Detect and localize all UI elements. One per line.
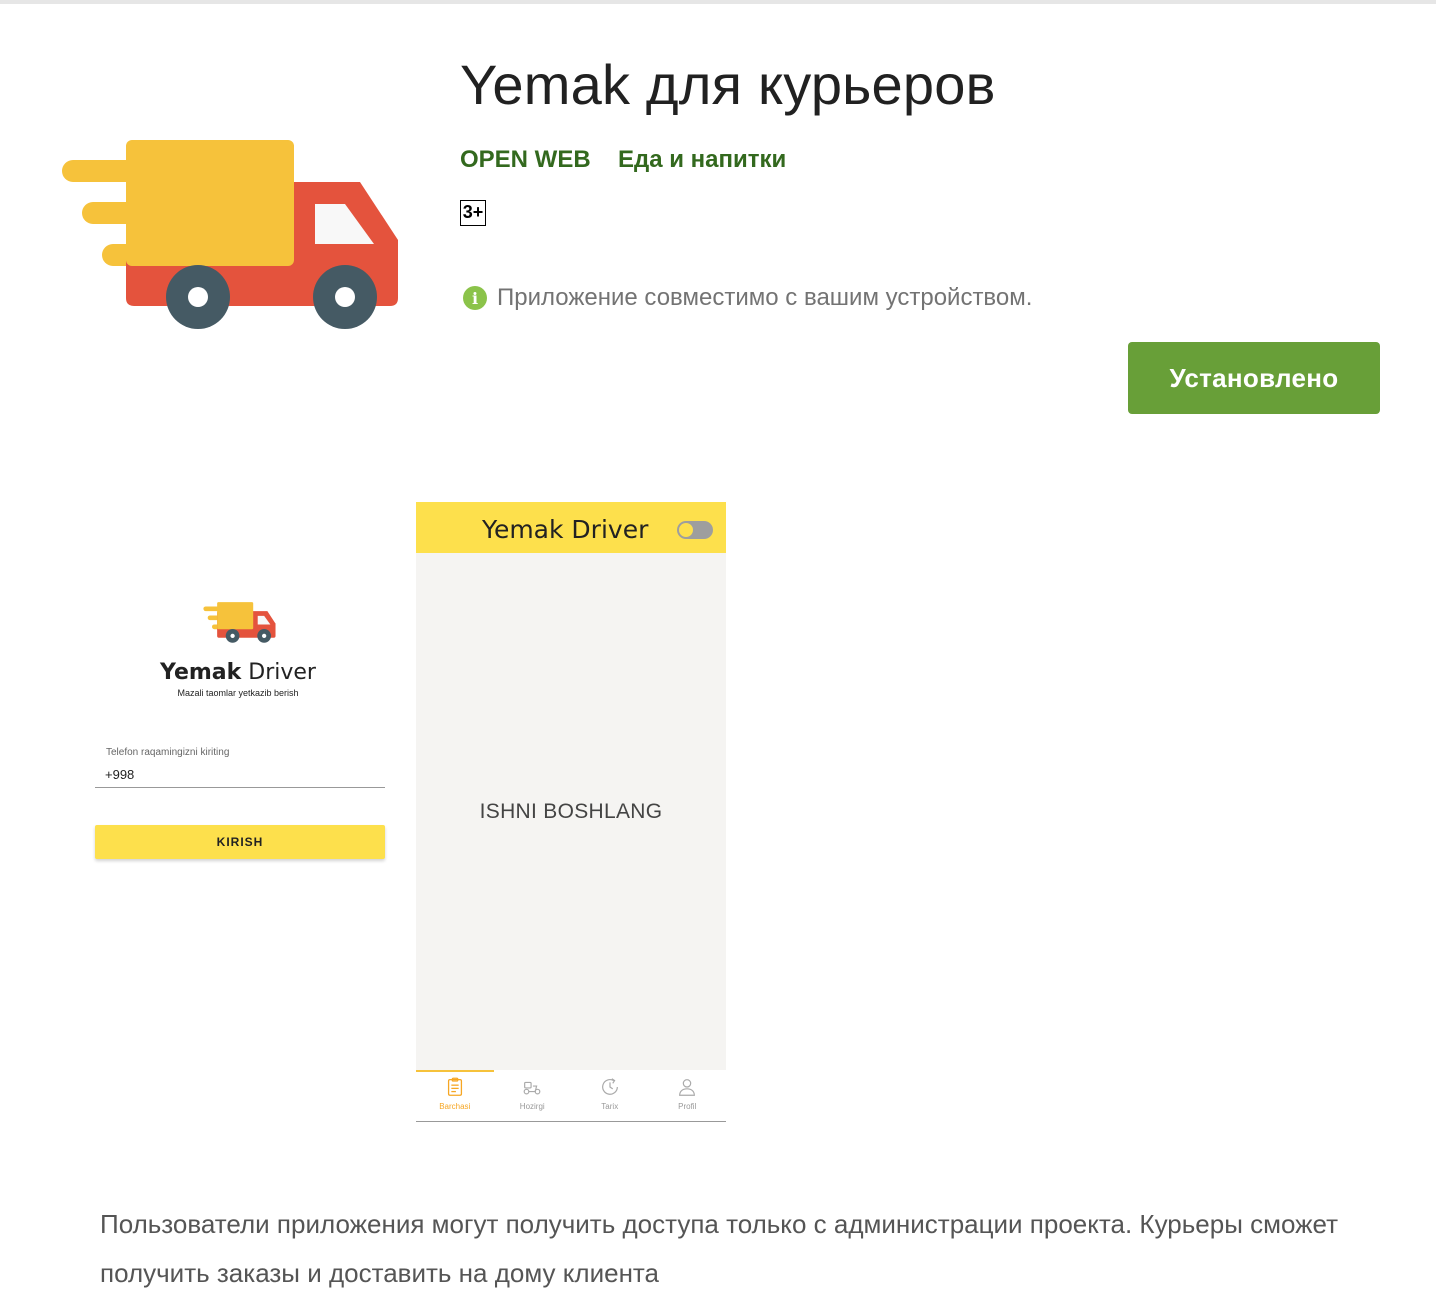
history-icon [601, 1078, 618, 1095]
nav-label: Profil [678, 1102, 697, 1111]
toggle-knob [679, 523, 693, 537]
app-bar: Yemak Driver [416, 502, 726, 553]
scooter-icon [523, 1081, 541, 1095]
bottom-nav: Barchasi Hozirgi Tarix Profil [416, 1070, 726, 1121]
login-button[interactable]: KIRISH [95, 825, 385, 859]
nav-tab-barchasi[interactable]: Barchasi [416, 1070, 494, 1121]
delivery-truck-icon [62, 140, 398, 329]
login-brand: Yemak Driver [82, 660, 394, 685]
phone-input[interactable] [95, 762, 385, 788]
category-link[interactable]: Еда и напитки [618, 146, 786, 174]
app-bar-title: Yemak Driver [482, 515, 649, 544]
info-icon: i [463, 286, 487, 310]
nav-label: Hozirgi [519, 1102, 545, 1111]
clipboard-list-icon [447, 1077, 462, 1096]
nav-tab-hozirgi[interactable]: Hozirgi [494, 1070, 572, 1121]
start-work-text[interactable]: ISHNI BOSHLANG [416, 800, 726, 824]
nav-label: Tarix [601, 1102, 619, 1111]
content-rating-badge: 3+ [460, 200, 486, 226]
top-divider [0, 0, 1436, 4]
phone-label: Telefon raqamingizni kiriting [106, 747, 230, 758]
screenshot-home[interactable]: Yemak Driver ISHNI BOSHLANG Barchasi Hoz… [416, 502, 726, 1122]
compatibility-notice: i Приложение совместимо с вашим устройст… [463, 284, 1032, 312]
developer-link[interactable]: OPEN WEB [460, 146, 591, 174]
online-toggle[interactable] [677, 521, 713, 539]
nav-tab-profil[interactable]: Profil [649, 1070, 727, 1121]
brand-name: Yemak [160, 660, 242, 685]
app-description: Пользователи приложения могут получить д… [100, 1209, 1339, 1288]
screenshot-login[interactable]: Yemak Driver Mazali taomlar yetkazib ber… [82, 502, 394, 1122]
login-tagline: Mazali taomlar yetkazib berish [177, 688, 299, 698]
nav-label: Barchasi [439, 1102, 471, 1111]
installed-button[interactable]: Установлено [1128, 342, 1380, 414]
compatibility-text: Приложение совместимо с вашим устройство… [497, 284, 1033, 311]
user-icon [679, 1079, 696, 1096]
brand-suffix: Driver [241, 660, 316, 685]
nav-tab-tarix[interactable]: Tarix [571, 1070, 649, 1121]
delivery-truck-icon [203, 602, 276, 643]
app-title: Yemak для курьеров [460, 53, 996, 116]
